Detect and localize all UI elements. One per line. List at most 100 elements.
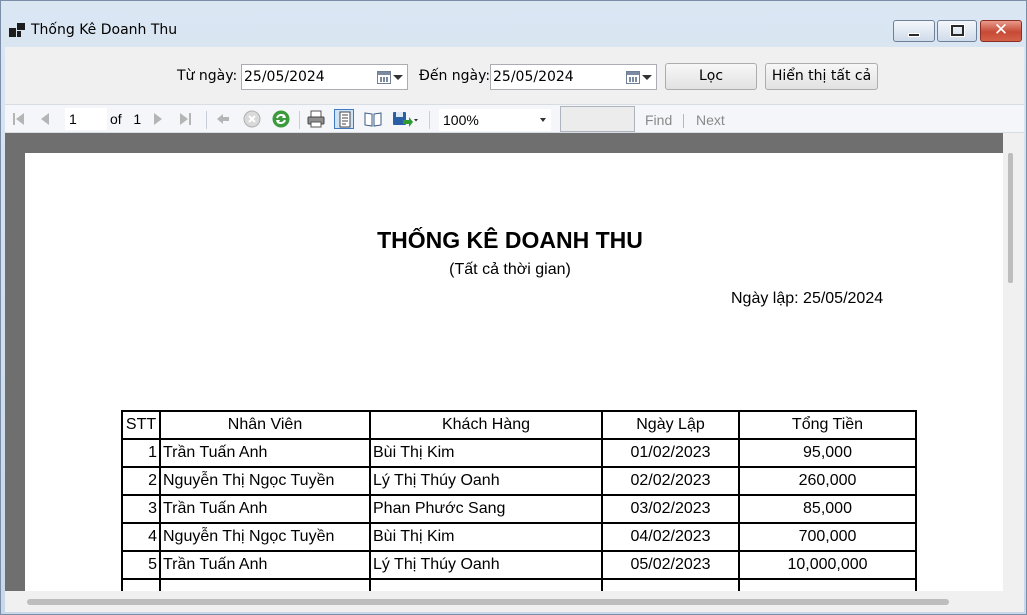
customer-cell: Lý Thị Thúy Oanh (369, 466, 603, 496)
chevron-down-icon (540, 118, 546, 122)
zoom-value: 100% (443, 112, 479, 128)
row-number (121, 578, 161, 591)
from-date-value: 25/05/2024 (244, 69, 325, 85)
table-row: 4 Nguyễn Thị Ngọc Tuyền Bùi Thị Kim 04/0… (121, 522, 917, 552)
date-cell: 04/02/2023 (601, 522, 740, 552)
row-number: 4 (121, 522, 161, 552)
row-number: 2 (121, 466, 161, 496)
toolbar-divider (206, 111, 207, 129)
report-toolbar: 1 of 1 100% Find Next (5, 104, 1024, 133)
total-cell: 260,000 (738, 466, 917, 496)
total-pages: 1 (133, 111, 142, 127)
minimize-button[interactable] (893, 20, 935, 42)
employee-cell: Trần Tuấn Anh (159, 550, 371, 580)
chevron-down-icon[interactable] (393, 75, 403, 80)
row-number: 5 (121, 550, 161, 580)
date-cell: 01/02/2023 (601, 438, 740, 468)
report-viewer[interactable]: THỐNG KÊ DOANH THU (Tất cả thời gian) Ng… (5, 133, 1024, 612)
column-header: Khách Hàng (369, 410, 603, 440)
from-date-label: Từ ngày: (177, 68, 238, 84)
zoom-select[interactable]: 100% (439, 109, 551, 131)
toolbar-divider (299, 111, 300, 129)
print-layout-icon[interactable] (334, 109, 354, 129)
employee-cell: Nguyễn Thị Ngọc Tuyền (159, 466, 371, 496)
table-row: 3 Trần Tuấn Anh Phan Phước Sang 03/02/20… (121, 494, 917, 524)
back-icon[interactable] (213, 109, 233, 129)
employee-cell: Nguyễn Thị Ngọc Tuyền (159, 522, 371, 552)
calendar-icon (377, 71, 391, 84)
toolbar-divider (429, 111, 430, 129)
date-cell (601, 578, 740, 591)
customer-cell: Phan Phước Sang (369, 494, 603, 524)
horizontal-scroll-thumb[interactable] (27, 599, 949, 605)
close-button[interactable]: ✕ (980, 20, 1022, 42)
maximize-icon (950, 24, 965, 37)
date-cell: 02/02/2023 (601, 466, 740, 496)
report-window: Thống Kê Doanh Thu ✕ Từ ngày: 25/05/2024… (0, 0, 1027, 615)
report-date: Ngày lập: 25/05/2024 (731, 290, 884, 307)
app-icon (9, 23, 25, 37)
customer-cell: Bùi Thị Kim (369, 522, 603, 552)
filter-button[interactable]: Lọc (665, 63, 757, 90)
refresh-icon[interactable] (271, 109, 291, 129)
of-label: of (110, 111, 122, 127)
total-cell (738, 578, 917, 591)
to-date-value: 25/05/2024 (493, 69, 574, 85)
report-title: THỐNG KÊ DOANH THU (377, 227, 643, 253)
export-icon[interactable] (391, 109, 419, 129)
print-icon[interactable] (306, 109, 326, 129)
total-cell: 95,000 (738, 438, 917, 468)
previous-page-icon[interactable] (35, 109, 55, 129)
next-page-icon[interactable] (148, 109, 168, 129)
find-divider (683, 114, 684, 128)
column-header: Ngày Lập (601, 410, 740, 440)
find-input[interactable] (560, 106, 635, 132)
column-header: STT (121, 410, 161, 440)
total-cell: 700,000 (738, 522, 917, 552)
page-number-input[interactable]: 1 (65, 108, 107, 130)
table-row: 1 Trần Tuấn Anh Bùi Thị Kim 01/02/2023 9… (121, 438, 917, 468)
close-icon: ✕ (993, 20, 1009, 40)
client-area: Từ ngày: 25/05/2024 Đến ngày: 25/05/2024… (5, 47, 1024, 612)
column-header: Nhân Viên (159, 410, 371, 440)
maximize-button[interactable] (937, 20, 977, 42)
minimize-icon (908, 33, 920, 37)
first-page-icon[interactable] (9, 109, 29, 129)
customer-cell (369, 578, 603, 591)
date-cell: 05/02/2023 (601, 550, 740, 580)
row-number: 1 (121, 438, 161, 468)
table-row: 2 Nguyễn Thị Ngọc Tuyền Lý Thị Thúy Oanh… (121, 466, 917, 496)
total-cell: 85,000 (738, 494, 917, 524)
report-page: THỐNG KÊ DOANH THU (Tất cả thời gian) Ng… (25, 153, 1003, 591)
customer-cell: Lý Thị Thúy Oanh (369, 550, 603, 580)
table-row: 5 Trần Tuấn Anh Lý Thị Thúy Oanh 05/02/2… (121, 550, 917, 580)
employee-cell: Trần Tuấn Anh (159, 494, 371, 524)
total-cell: 10,000,000 (738, 550, 917, 580)
find-link[interactable]: Find (645, 112, 672, 128)
table-row (121, 578, 917, 591)
last-page-icon[interactable] (175, 109, 195, 129)
report-subtitle: (Tất cả thời gian) (449, 261, 571, 278)
customer-cell: Bùi Thị Kim (369, 438, 603, 468)
stop-icon[interactable] (242, 109, 262, 129)
window-title: Thống Kê Doanh Thu (31, 22, 178, 38)
to-date-picker[interactable]: 25/05/2024 (490, 64, 657, 90)
calendar-icon (626, 71, 640, 84)
vertical-scrollbar[interactable] (1003, 133, 1024, 591)
column-header: Tổng Tiền (738, 410, 917, 440)
revenue-table: STT Nhân Viên Khách Hàng Ngày Lập Tổng T… (121, 410, 917, 591)
employee-cell: Trần Tuấn Anh (159, 438, 371, 468)
from-date-picker[interactable]: 25/05/2024 (241, 64, 408, 90)
date-cell: 03/02/2023 (601, 494, 740, 524)
next-link[interactable]: Next (696, 112, 725, 128)
to-date-label: Đến ngày: (419, 68, 491, 84)
page-setup-icon[interactable] (363, 109, 383, 129)
horizontal-scrollbar[interactable] (5, 591, 1024, 612)
vertical-scroll-thumb[interactable] (1008, 153, 1013, 283)
show-all-button[interactable]: Hiển thị tất cả (765, 63, 878, 90)
page-count: of 1 (110, 111, 141, 127)
table-header-row: STT Nhân Viên Khách Hàng Ngày Lập Tổng T… (121, 410, 917, 440)
title-bar[interactable]: Thống Kê Doanh Thu ✕ (1, 9, 1026, 47)
chevron-down-icon[interactable] (642, 75, 652, 80)
row-number: 3 (121, 494, 161, 524)
